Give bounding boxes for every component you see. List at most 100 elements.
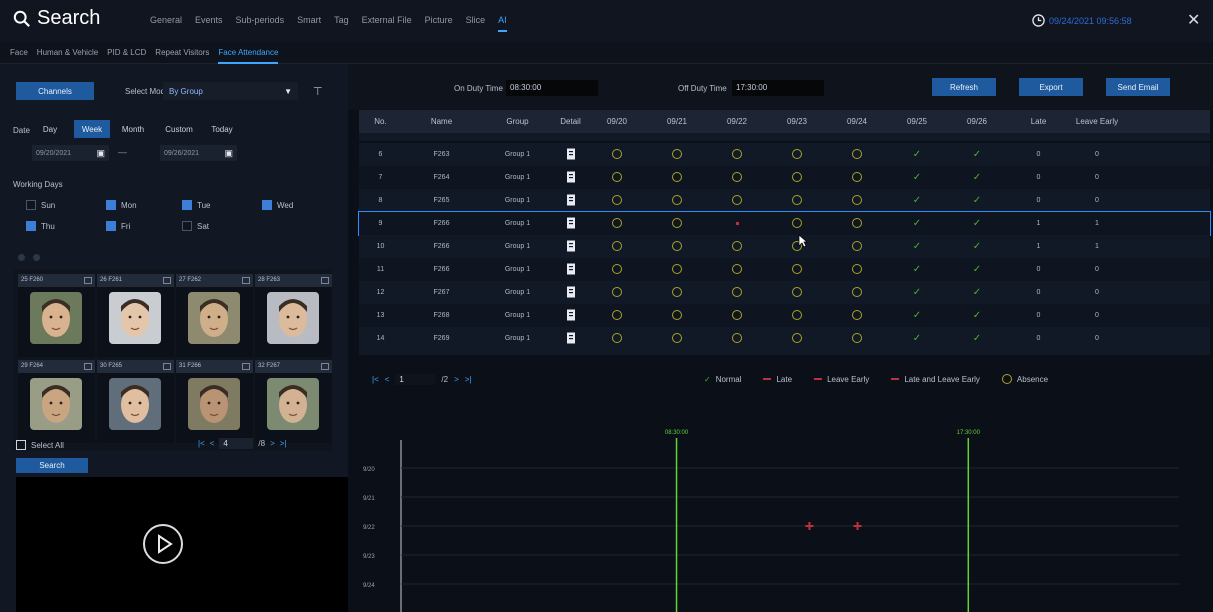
detail-icon[interactable] [554, 309, 587, 323]
day-checkbox[interactable] [262, 200, 272, 210]
face-checkbox[interactable] [321, 363, 329, 370]
export-button[interactable]: Export [1019, 78, 1083, 96]
face-thumbnail[interactable]: 26 F261 [97, 274, 174, 357]
table-page-input[interactable]: 1 [395, 374, 436, 385]
face-checkbox[interactable] [84, 277, 92, 284]
face-thumbnail[interactable]: 25 F260 [18, 274, 95, 357]
day-thu[interactable]: Thu [26, 221, 55, 231]
date-to-field[interactable]: 09/26/2021 ▣ [160, 145, 237, 161]
tab-events[interactable]: Events [195, 15, 223, 32]
select-all-checkbox[interactable] [16, 440, 26, 450]
absence-icon [852, 148, 862, 159]
calendar-icon[interactable]: ▣ [224, 148, 233, 159]
first-page-icon[interactable]: |< [198, 439, 205, 448]
filter-icon[interactable]: ⊤ [313, 85, 323, 98]
absence-icon [612, 148, 622, 159]
face-thumbnail[interactable]: 28 F263 [255, 274, 332, 357]
date-button-custom[interactable]: Custom [158, 120, 200, 138]
day-wed[interactable]: Wed [262, 200, 293, 210]
face-checkbox[interactable] [321, 277, 329, 284]
table-row[interactable]: 13 F268 Group 1 ✓ ✓ 0 0 [359, 304, 1210, 327]
tab-picture[interactable]: Picture [425, 15, 453, 32]
table-row[interactable]: 12 F267 Group 1 ✓ ✓ 0 0 [359, 281, 1210, 304]
detail-icon[interactable] [554, 148, 587, 162]
day-sun[interactable]: Sun [26, 200, 55, 210]
table-row[interactable]: 9 F266 Group 1 ✓ ✓ 1 1 [358, 211, 1211, 236]
subtab-pid-lcd[interactable]: PID & LCD [107, 48, 146, 64]
prev-page-icon[interactable]: < [210, 439, 215, 448]
date-button-today[interactable]: Today [204, 120, 240, 138]
date-button-day[interactable]: Day [32, 120, 68, 138]
on-duty-input[interactable]: 08:30:00 [506, 80, 598, 96]
send-email-button[interactable]: Send Email [1106, 78, 1170, 96]
first-page-icon[interactable]: |< [372, 375, 379, 384]
face-thumbnail[interactable]: 27 F262 [176, 274, 253, 357]
face-checkbox[interactable] [84, 363, 92, 370]
detail-icon[interactable] [554, 286, 587, 300]
subtab-human-vehicle[interactable]: Human & Vehicle [37, 48, 98, 64]
table-row[interactable]: 7 F264 Group 1 ✓ ✓ 0 0 [359, 166, 1210, 189]
face-thumbnail[interactable]: 29 F264 [18, 360, 95, 443]
subtab-repeat-visitors[interactable]: Repeat Visitors [155, 48, 209, 64]
detail-icon[interactable] [554, 194, 587, 208]
tab-external-file[interactable]: External File [362, 15, 412, 32]
prev-page-icon[interactable]: < [385, 375, 390, 384]
table-row[interactable]: 8 F265 Group 1 ✓ ✓ 0 0 [359, 189, 1210, 212]
detail-icon[interactable] [554, 171, 587, 185]
face-thumbnail[interactable]: 31 F266 [176, 360, 253, 443]
tab-general[interactable]: General [150, 15, 182, 32]
day-fri[interactable]: Fri [106, 221, 130, 231]
select-all[interactable]: Select All [16, 440, 64, 450]
subtab-face[interactable]: Face [10, 48, 28, 64]
day-checkbox[interactable] [26, 221, 36, 231]
detail-icon[interactable] [554, 332, 587, 346]
day-checkbox[interactable] [182, 200, 192, 210]
date-from-field[interactable]: 09/20/2021 ▣ [32, 145, 109, 161]
calendar-icon[interactable]: ▣ [96, 148, 105, 159]
face-checkbox[interactable] [163, 277, 171, 284]
date-label: Date [13, 126, 30, 135]
page-input[interactable]: 4 [219, 438, 254, 449]
tab-sub-periods[interactable]: Sub-periods [236, 15, 285, 32]
channels-button[interactable]: Channels [16, 82, 94, 100]
face-checkbox[interactable] [242, 277, 250, 284]
day-checkbox[interactable] [182, 221, 192, 231]
day-checkbox[interactable] [26, 200, 36, 210]
face-checkbox[interactable] [163, 363, 171, 370]
face-thumbnail[interactable]: 32 F267 [255, 360, 332, 443]
cell-day-status: ✓ [947, 333, 1007, 344]
tab-ai[interactable]: AI [498, 15, 507, 32]
off-duty-input[interactable]: 17:30:00 [732, 80, 824, 96]
table-row[interactable]: 11 F266 Group 1 ✓ ✓ 0 0 [359, 258, 1210, 281]
tab-smart[interactable]: Smart [297, 15, 321, 32]
search-button[interactable]: Search [16, 458, 88, 473]
detail-icon[interactable] [554, 240, 587, 254]
day-mon[interactable]: Mon [106, 200, 137, 210]
detail-icon[interactable] [554, 217, 587, 231]
detail-icon[interactable] [554, 263, 587, 277]
normal-icon: ✓ [912, 241, 922, 252]
table-row[interactable]: 10 F266 Group 1 ✓ ✓ 1 1 [359, 235, 1210, 258]
select-mode-dropdown[interactable]: By Group ▼ [163, 82, 298, 100]
refresh-button[interactable]: Refresh [932, 78, 996, 96]
date-button-week[interactable]: Week [74, 120, 110, 138]
last-page-icon[interactable]: >| [465, 375, 472, 384]
tab-tag[interactable]: Tag [334, 15, 349, 32]
play-icon[interactable] [143, 524, 183, 564]
day-checkbox[interactable] [106, 221, 116, 231]
day-sat[interactable]: Sat [182, 221, 209, 231]
subtab-face-attendance[interactable]: Face Attendance [218, 48, 279, 64]
close-icon[interactable]: ✕ [1187, 10, 1200, 30]
tab-slice[interactable]: Slice [466, 15, 486, 32]
next-page-icon[interactable]: > [270, 439, 275, 448]
date-button-month[interactable]: Month [115, 120, 151, 138]
last-page-icon[interactable]: >| [280, 439, 287, 448]
table-row[interactable]: 6 F263 Group 1 ✓ ✓ 0 0 [359, 143, 1210, 166]
absence-icon [852, 286, 862, 297]
face-thumbnail[interactable]: 30 F265 [97, 360, 174, 443]
day-checkbox[interactable] [106, 200, 116, 210]
face-checkbox[interactable] [242, 363, 250, 370]
day-tue[interactable]: Tue [182, 200, 211, 210]
working-days-label: Working Days [13, 180, 63, 189]
next-page-icon[interactable]: > [454, 375, 459, 384]
